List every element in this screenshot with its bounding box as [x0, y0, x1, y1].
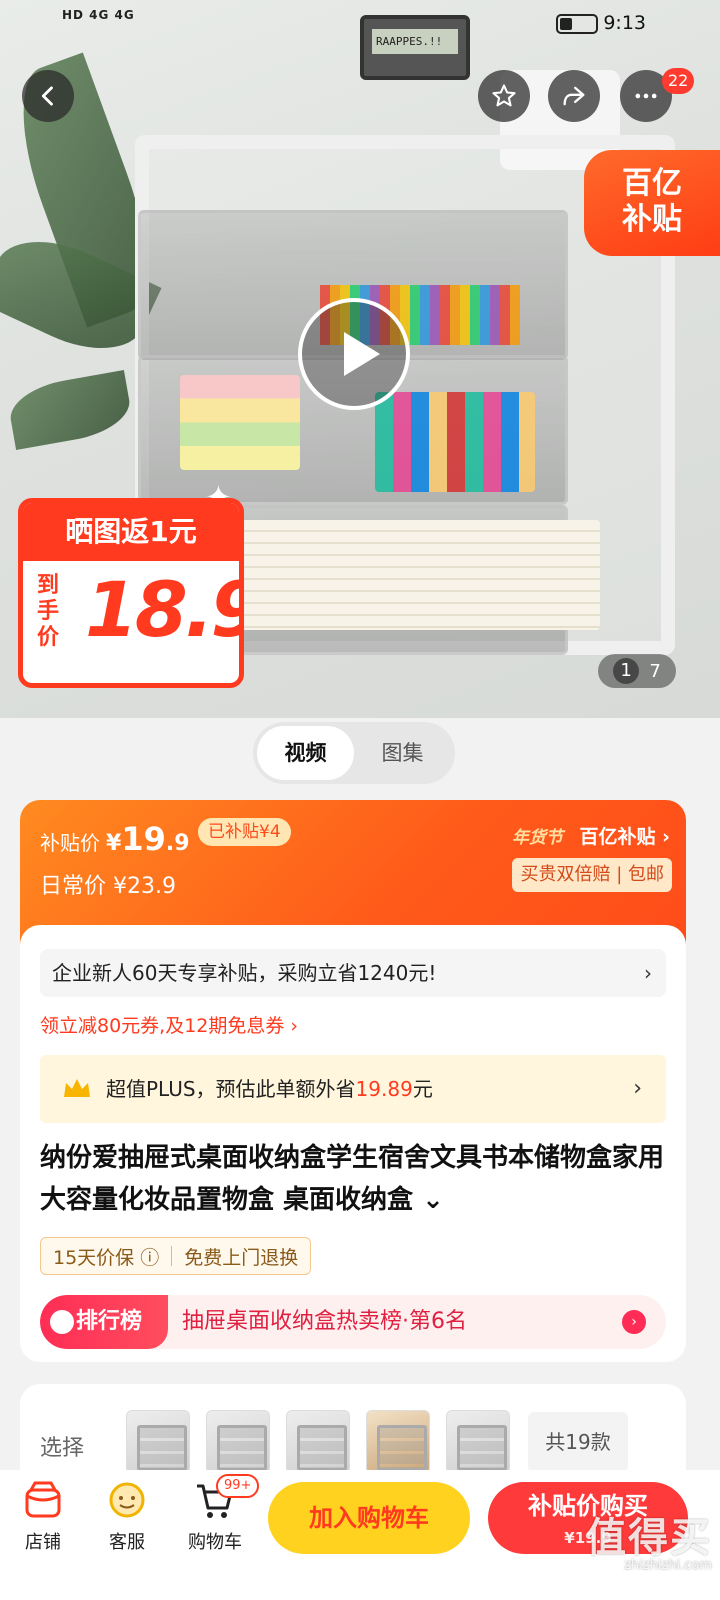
- price-promise-badge[interactable]: 买贵双倍赔 | 包邮: [512, 858, 672, 892]
- back-button[interactable]: [22, 70, 74, 122]
- subsidy-price-label: 补贴价: [40, 831, 100, 855]
- subsidy-tag-line1: 百亿: [622, 166, 682, 201]
- plus-savings-prefix: 超值PLUS，预估此单额外省: [106, 1077, 356, 1101]
- chevron-right-icon: ›: [644, 961, 652, 985]
- plus-savings-amount: 19.89: [355, 1077, 413, 1101]
- subsidy-price-decimal: .9: [165, 831, 190, 856]
- cart-label: 购物车: [188, 1532, 242, 1553]
- crown-icon: [64, 1079, 90, 1097]
- variant-thumbnail[interactable]: [206, 1410, 270, 1474]
- ranking-banner[interactable]: 排行榜 抽屉桌面收纳盒热卖榜·第6名 ›: [40, 1295, 666, 1349]
- variant-thumbnail[interactable]: [286, 1410, 350, 1474]
- variant-thumbnail[interactable]: [126, 1410, 190, 1474]
- network-status: HD 4G 4G: [62, 8, 135, 22]
- promo-cashback-label: 晒图返1元: [23, 503, 239, 561]
- coupon-link[interactable]: 领立减80元券,及12期免息券 ›: [40, 1011, 298, 1038]
- subsidy-price-row: 补贴价 ¥ 19 .9: [40, 820, 190, 858]
- shop-icon: [25, 1481, 61, 1518]
- variant-thumbnail[interactable]: [366, 1410, 430, 1474]
- currency-symbol: ¥: [106, 831, 122, 856]
- total-variants[interactable]: 共19款: [528, 1412, 628, 1472]
- daily-price: 日常价 ¥23.9: [40, 874, 176, 899]
- service-guarantee[interactable]: 15天价保 ⓘ 免费上门退换: [40, 1237, 312, 1275]
- tab-gallery[interactable]: 图集: [354, 726, 451, 780]
- variant-thumbnail[interactable]: [446, 1410, 510, 1474]
- media-tabs: 视频 图集: [253, 722, 455, 784]
- more-dots-icon: [635, 93, 657, 99]
- promo-price-card: 晒图返1元 到手价 18.9: [18, 498, 244, 688]
- cart-count-badge: 99+: [216, 1474, 260, 1498]
- cart-button[interactable]: 99+ 购物车: [180, 1474, 260, 1554]
- watermark: 值得买: [586, 1515, 712, 1561]
- enterprise-subsidy-text: 企业新人60天专享补贴，采购立省1240元!: [52, 961, 437, 985]
- total-pages: 7: [649, 660, 661, 682]
- subsidy-brand-link[interactable]: 年货节 百亿补贴 ›: [512, 822, 670, 849]
- ranking-text: 抽屉桌面收纳盒热卖榜·第6名: [182, 1309, 467, 1334]
- product-info-card: 企业新人60天专享补贴，采购立省1240元! › 领立减80元券,及12期免息券…: [20, 925, 686, 1362]
- notebooks: [240, 520, 600, 630]
- star-icon: [492, 84, 516, 107]
- final-price-label: 到手价: [37, 573, 60, 650]
- markers: [375, 392, 535, 492]
- subsidy-tag: 百亿 补贴: [584, 150, 720, 256]
- current-page: 1: [613, 658, 640, 684]
- plus-savings-bar[interactable]: 超值PLUS，预估此单额外省19.89元 ›: [40, 1055, 666, 1123]
- final-price-value: 18.9: [85, 565, 244, 654]
- add-to-cart-button[interactable]: 加入购物车: [268, 1482, 470, 1554]
- price-protection: 15天价保 ⓘ: [53, 1246, 160, 1269]
- shop-button[interactable]: 店铺: [8, 1478, 78, 1554]
- leaf-decoration: [5, 370, 135, 450]
- favorite-button[interactable]: [478, 70, 530, 122]
- subsidized-amount-badge: 已补贴¥4: [198, 818, 291, 846]
- ranking-tag-label: 排行榜: [76, 1309, 143, 1334]
- trophy-icon: [50, 1310, 74, 1334]
- enterprise-subsidy-banner[interactable]: 企业新人60天专享补贴，采购立省1240元! ›: [40, 949, 666, 997]
- subsidy-price-integer: 19: [121, 820, 166, 858]
- product-media-area[interactable]: RAAPPES.!! HD 4G 4G 9:13 22 百亿 补贴 ✦ 晒图返1…: [0, 0, 720, 718]
- chevron-right-icon: ›: [622, 1310, 646, 1334]
- tab-video[interactable]: 视频: [257, 726, 354, 780]
- image-page-indicator: 1 7: [598, 654, 676, 688]
- message-count-badge: 22: [662, 68, 695, 94]
- product-page: RAAPPES.!! HD 4G 4G 9:13 22 百亿 补贴 ✦ 晒图返1…: [0, 0, 720, 1600]
- clock: 9:13: [603, 12, 646, 34]
- subsidy-brand-label: 百亿补贴 ›: [579, 826, 670, 848]
- free-return: 免费上门退换: [184, 1246, 299, 1269]
- customer-service-icon: [109, 1482, 145, 1518]
- plus-savings-suffix: 元: [412, 1077, 433, 1101]
- share-button[interactable]: [548, 70, 600, 122]
- chevron-left-icon: [41, 86, 53, 106]
- subsidy-tag-line2: 补贴: [622, 202, 682, 237]
- battery-icon: [556, 14, 598, 34]
- chevron-right-icon: ›: [633, 1076, 642, 1101]
- status-bar: HD 4G 4G 9:13: [0, 0, 720, 46]
- sticky-notes: [180, 375, 300, 470]
- ranking-tag: 排行榜: [40, 1295, 168, 1349]
- shop-label: 店铺: [25, 1532, 61, 1553]
- choose-label: 选择: [40, 1436, 85, 1461]
- watermark-url: zhizhizhi.com: [624, 1558, 712, 1573]
- festival-label: 年货节: [511, 828, 563, 848]
- play-video-button[interactable]: [298, 298, 410, 410]
- share-icon: [563, 86, 585, 106]
- customer-service-label: 客服: [109, 1532, 145, 1553]
- customer-service-button[interactable]: 客服: [92, 1478, 162, 1554]
- product-title[interactable]: 纳份爱抽屉式桌面收纳盒学生宿舍文具书本储物盒家用大容量化妆品置物盒 桌面收纳盒 …: [40, 1137, 680, 1221]
